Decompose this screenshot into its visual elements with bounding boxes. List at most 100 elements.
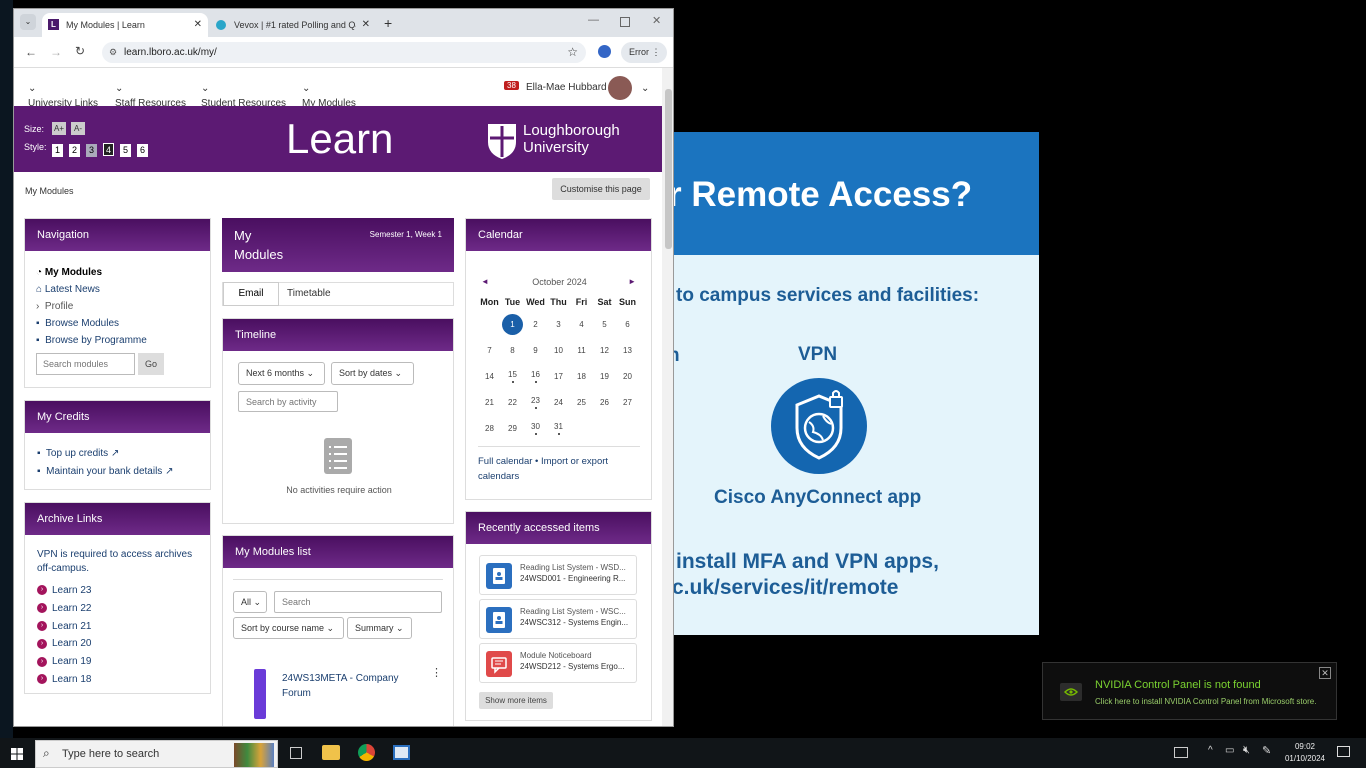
calendar-day[interactable]: 4 [570, 311, 593, 337]
chevron-down-icon[interactable]: ⌄ [641, 83, 649, 94]
course-image[interactable] [254, 669, 266, 719]
tab-timetable[interactable]: Timetable [287, 288, 331, 299]
style-button-3[interactable]: 3 [86, 144, 97, 157]
search-activity-input[interactable] [238, 391, 338, 412]
calendar-day[interactable]: 26 [593, 389, 616, 415]
clock[interactable]: 09:02 01/10/2024 [1283, 741, 1327, 765]
university-name[interactable]: Loughborough University [523, 122, 620, 156]
nav-staff-resources[interactable]: Staff Resources ⌄ [115, 83, 186, 109]
calendar-day[interactable]: 13 [616, 337, 639, 363]
style-button-4[interactable]: 4 [103, 143, 114, 156]
user-name[interactable]: Ella-Mae Hubbard [526, 82, 607, 93]
calendar-day[interactable]: 23 [524, 389, 547, 415]
url-field[interactable]: ⚙ learn.lboro.ac.uk/my/ ☆ [102, 42, 586, 63]
course-link[interactable]: 24WS13META - Company Forum [282, 671, 399, 701]
bookmark-star-icon[interactable]: ☆ [567, 42, 578, 63]
maximize-icon[interactable] [620, 17, 630, 27]
nav-item-latest-news[interactable]: ⌂ Latest News [36, 281, 147, 298]
course-filter-select[interactable]: All ⌄ [233, 591, 267, 613]
nav-item-browse-modules[interactable]: ▪ Browse Modules [36, 315, 147, 332]
recent-item[interactable]: Reading List System - WSC... 24WSC312 - S… [479, 599, 637, 639]
scrollbar-thumb[interactable] [665, 89, 672, 249]
nav-student-resources[interactable]: Student Resources ⌄ [201, 83, 286, 109]
calendar-day[interactable]: 9 [524, 337, 547, 363]
nav-item-profile[interactable]: › Profile [36, 298, 147, 315]
calendar-day[interactable]: 6 [616, 311, 639, 337]
archive-link-learn-21[interactable]: › Learn 21 [37, 618, 91, 636]
style-button-1[interactable]: 1 [52, 144, 63, 157]
nav-university-links[interactable]: University Links ⌄ [28, 83, 98, 109]
calendar-day[interactable]: 16 [524, 363, 547, 389]
calendar-day[interactable]: 19 [593, 363, 616, 389]
calendar-day[interactable]: 7 [478, 337, 501, 363]
calendar-day[interactable]: 2 [524, 311, 547, 337]
customise-page-button[interactable]: Customise this page [552, 178, 650, 200]
bank-details-link[interactable]: ▪ Maintain your bank details ↗ [37, 466, 173, 477]
style-button-6[interactable]: 6 [137, 144, 148, 157]
volume-muted-icon[interactable]: 🔇︎ [1243, 744, 1250, 757]
calendar-day[interactable]: 29 [501, 415, 524, 441]
profile-icon[interactable] [598, 45, 611, 58]
learn-logo-text[interactable]: Learn [286, 115, 393, 163]
task-view-icon[interactable] [290, 747, 302, 759]
network-icon[interactable]: ▭ [1225, 745, 1234, 756]
site-info-icon[interactable]: ⚙ [109, 42, 117, 63]
tab-my-modules[interactable]: L My Modules | Learn ✕ [42, 13, 208, 37]
keyboard-icon[interactable] [1174, 747, 1188, 758]
top-up-credits-link[interactable]: ▪ Top up credits ↗ [37, 448, 119, 459]
close-window-icon[interactable]: ✕ [652, 14, 661, 27]
calendar-day[interactable]: 17 [547, 363, 570, 389]
close-icon[interactable]: ✕ [194, 19, 202, 30]
chrome-icon[interactable] [358, 744, 375, 761]
calendar-day[interactable]: 5 [593, 311, 616, 337]
avatar[interactable] [608, 76, 632, 100]
calendar-day[interactable]: 1 [501, 311, 524, 337]
timeline-range-select[interactable]: Next 6 months ⌄ [238, 362, 325, 385]
calendar-day[interactable]: 27 [616, 389, 639, 415]
calendar-day[interactable]: 15 [501, 363, 524, 389]
archive-link-learn-19[interactable]: › Learn 19 [37, 653, 91, 671]
file-explorer-icon[interactable] [322, 745, 340, 760]
close-icon[interactable]: ✕ [1319, 667, 1331, 679]
calendar-day[interactable]: 22 [501, 389, 524, 415]
nvidia-notification[interactable]: NVIDIA Control Panel is not found Click … [1042, 662, 1337, 720]
chevron-up-icon[interactable]: ^ [1208, 745, 1213, 756]
nav-item-my-modules[interactable]: ◔ My Modules [36, 264, 147, 281]
archive-link-learn-18[interactable]: › Learn 18 [37, 671, 91, 689]
tab-vevox[interactable]: Vevox | #1 rated Polling and Q& ✕ [210, 13, 376, 37]
style-button-2[interactable]: 2 [69, 144, 80, 157]
calendar-day[interactable]: 18 [570, 363, 593, 389]
full-calendar-link[interactable]: Full calendar [478, 456, 532, 467]
breadcrumb[interactable]: My Modules [25, 186, 74, 196]
timeline-sort-select[interactable]: Sort by dates ⌄ [331, 362, 414, 385]
course-view-select[interactable]: Summary ⌄ [347, 617, 412, 639]
close-icon[interactable]: ✕ [362, 19, 370, 30]
search-modules-input[interactable] [36, 353, 135, 375]
calendar-day[interactable]: 12 [593, 337, 616, 363]
back-icon[interactable]: ← [25, 45, 37, 59]
recent-item[interactable]: Module Noticeboard 24WSD212 - Systems Erg… [479, 643, 637, 683]
calendar-day[interactable]: 14 [478, 363, 501, 389]
calendar-day[interactable]: 25 [570, 389, 593, 415]
nav-item-browse-programme[interactable]: ▪ Browse by Programme [36, 332, 147, 349]
calendar-day[interactable]: 20 [616, 363, 639, 389]
calendar-day[interactable]: 30 [524, 415, 547, 441]
tab-email[interactable]: Email [223, 282, 279, 306]
reload-icon[interactable]: ↻ [75, 44, 85, 58]
font-increase-button[interactable]: A+ [52, 122, 66, 135]
pen-icon[interactable]: ✎ [1262, 744, 1271, 757]
app-window-icon[interactable] [393, 745, 410, 760]
notification-badge[interactable]: 38 [504, 81, 519, 90]
calendar-day[interactable]: 3 [547, 311, 570, 337]
course-search-input[interactable] [274, 591, 442, 613]
minimize-icon[interactable]: — [588, 14, 599, 26]
calendar-day[interactable]: 11 [570, 337, 593, 363]
tab-search-button[interactable]: ⌄ [20, 14, 36, 30]
course-menu-icon[interactable]: ⋮ [431, 666, 442, 679]
windows-start-icon[interactable] [11, 747, 23, 760]
archive-link-learn-22[interactable]: › Learn 22 [37, 600, 91, 618]
nav-my-modules[interactable]: My Modules ⌄ [302, 83, 356, 109]
taskbar-search[interactable]: ⌕ Type here to search [35, 740, 278, 768]
calendar-day[interactable]: 10 [547, 337, 570, 363]
notification-center-icon[interactable] [1337, 746, 1350, 757]
